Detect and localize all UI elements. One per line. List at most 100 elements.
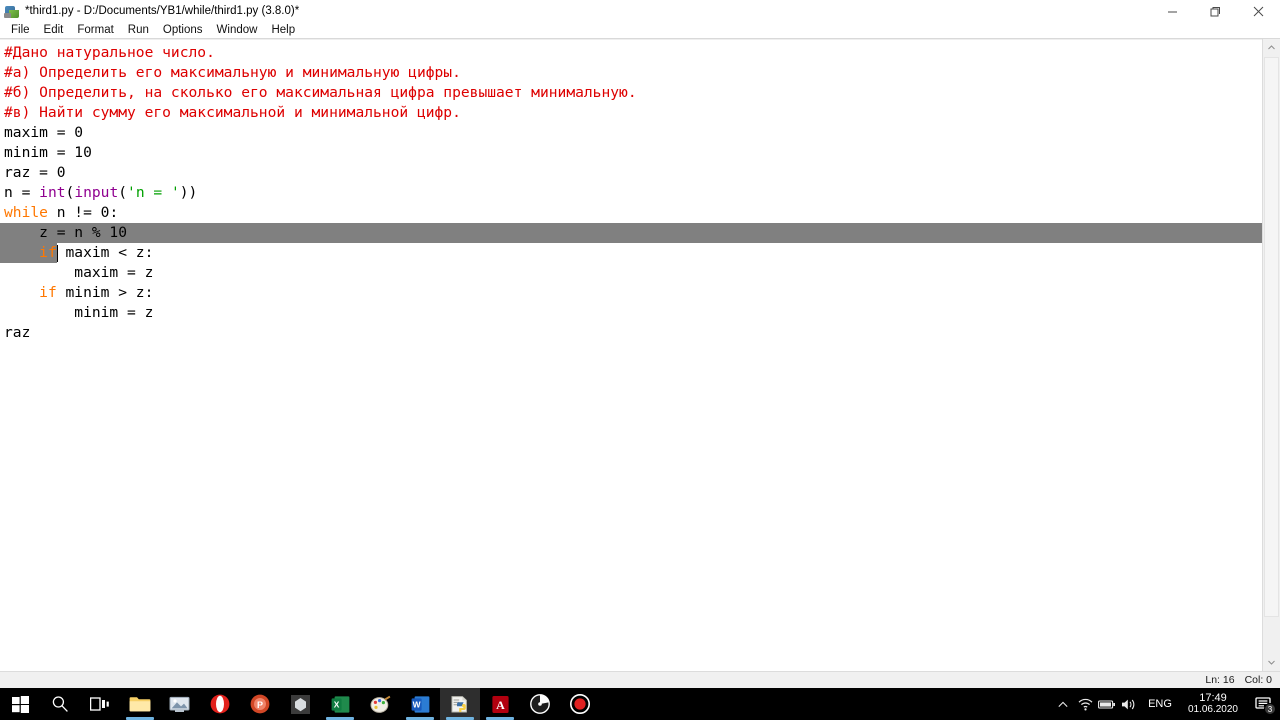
code-line-text: #в) Найти сумму его максимальной и миним… [4,104,461,121]
code-line[interactable]: minim = 10 [0,143,1262,163]
task-view-icon [90,696,110,712]
code-line[interactable]: while n != 0: [0,203,1262,223]
opera-browser[interactable] [200,688,240,720]
code-line-text: #а) Определить его максимальную и минима… [4,64,461,81]
code-line[interactable]: #в) Найти сумму его максимальной и миним… [0,103,1262,123]
code-line[interactable]: raz [0,323,1262,343]
folder-icon [129,695,151,713]
code-token: minim > z: [56,284,154,301]
scrollbar-thumb[interactable] [1264,57,1279,617]
code-line[interactable]: maxim = z [0,263,1262,283]
wifi-icon [1078,698,1093,710]
powerpoint-icon: P [250,694,270,714]
menu-item-file[interactable]: File [4,22,37,38]
menu-item-help[interactable]: Help [264,22,302,38]
code-line[interactable]: #Дано натуральное число. [0,43,1262,63]
code-token: n != 0: [47,204,119,221]
code-token: maxim = 0 [4,124,84,141]
clock-time: 17:49 [1199,692,1227,704]
powerpoint[interactable]: P [240,688,280,720]
excel[interactable]: X [320,688,360,720]
tray-overflow-button[interactable] [1052,688,1074,720]
acrobat-icon: A [491,695,510,714]
chevron-up-icon [1268,45,1275,50]
code-line-text: n = int(input('n = ')) [4,184,197,201]
photos-app[interactable] [160,688,200,720]
paint[interactable] [360,688,400,720]
code-token: 'n = ' [127,184,180,201]
file-explorer[interactable] [120,688,160,720]
python-idle-icon [4,3,20,19]
record-icon [570,694,590,714]
code-token: raz [4,324,31,341]
code-token: #в) Найти сумму его максимальной и миним… [4,104,461,121]
code-line[interactable]: raz = 0 [0,163,1262,183]
editor-vertical-scrollbar[interactable] [1262,39,1280,671]
menu-item-run[interactable]: Run [121,22,156,38]
selection-highlight [0,223,1262,243]
code-line[interactable]: #а) Определить его максимальную и минима… [0,63,1262,83]
adobe-acrobat[interactable]: A [480,688,520,720]
code-line[interactable]: #б) Определить, на сколько его максималь… [0,83,1262,103]
window-controls [1151,0,1280,22]
code-line-text: raz = 0 [4,164,66,181]
scroll-up-button[interactable] [1263,39,1280,56]
search-button[interactable] [40,688,80,720]
word[interactable]: W [400,688,440,720]
python-idle-icon [450,695,471,714]
clock[interactable]: 17:49 01.06.2020 [1180,692,1246,716]
code-line-text: maxim = 0 [4,124,83,141]
excel-icon: X [331,695,350,714]
system-tray: ENG 17:49 01.06.2020 3 [1052,688,1280,720]
code-text-area[interactable]: #Дано натуральное число. #а) Определить е… [0,40,1262,672]
volume-button[interactable] [1118,688,1140,720]
code-line-text: #б) Определить, на сколько его максималь… [4,84,637,101]
notifications-button[interactable]: 3 [1246,688,1280,720]
clock-date: 01.06.2020 [1187,704,1238,715]
start-button[interactable] [0,688,40,720]
code-line-text: raz [4,324,30,341]
code-line-text: z = n % 10 [4,224,127,241]
speedometer-app[interactable] [520,688,560,720]
code-line[interactable]: if minim > z: [0,283,1262,303]
text-caret [57,245,58,262]
code-line[interactable]: minim = z [0,303,1262,323]
task-view-button[interactable] [80,688,120,720]
wifi-status-button[interactable] [1074,688,1096,720]
menu-item-edit[interactable]: Edit [37,22,71,38]
speedometer-icon [530,694,550,714]
python-idle[interactable] [440,688,480,720]
screen-recorder[interactable] [560,688,600,720]
window-titlebar[interactable]: *third1.py - D:/Documents/YB1/while/thir… [0,0,1280,22]
menu-item-format[interactable]: Format [70,22,120,38]
volume-icon [1122,699,1135,709]
code-token: ( [65,184,75,201]
window-title: *third1.py - D:/Documents/YB1/while/thir… [25,5,300,17]
code-token: int [39,184,66,201]
battery-status-button[interactable] [1096,688,1118,720]
code-line-text: minim = z [4,304,153,321]
statusbar: Ln: 16 Col: 0 [0,671,1280,688]
windows-logo-icon [11,695,29,713]
menu-item-options[interactable]: Options [156,22,210,38]
language-indicator[interactable]: ENG [1140,698,1180,710]
word-icon: W [411,695,430,714]
menu-item-window[interactable]: Window [210,22,265,38]
code-line[interactable]: maxim = 0 [0,123,1262,143]
scroll-down-button[interactable] [1263,654,1280,671]
code-token: #Дано натуральное число. [4,44,215,61]
restore-icon [1210,6,1220,16]
unity-app[interactable] [280,688,320,720]
code-line[interactable]: z = n % 10 [0,223,1262,243]
search-icon [51,695,69,713]
code-token: #а) Определить его максимальную и минима… [4,64,461,81]
code-line[interactable]: n = int(input('n = ')) [0,183,1262,203]
restore-button[interactable] [1194,0,1237,22]
close-button[interactable] [1237,0,1280,22]
code-token: if [39,284,57,301]
minimize-button[interactable] [1151,0,1194,22]
code-line[interactable]: if maxim < z: [0,243,1262,263]
code-token: while [4,204,48,221]
battery-icon [1098,699,1116,709]
